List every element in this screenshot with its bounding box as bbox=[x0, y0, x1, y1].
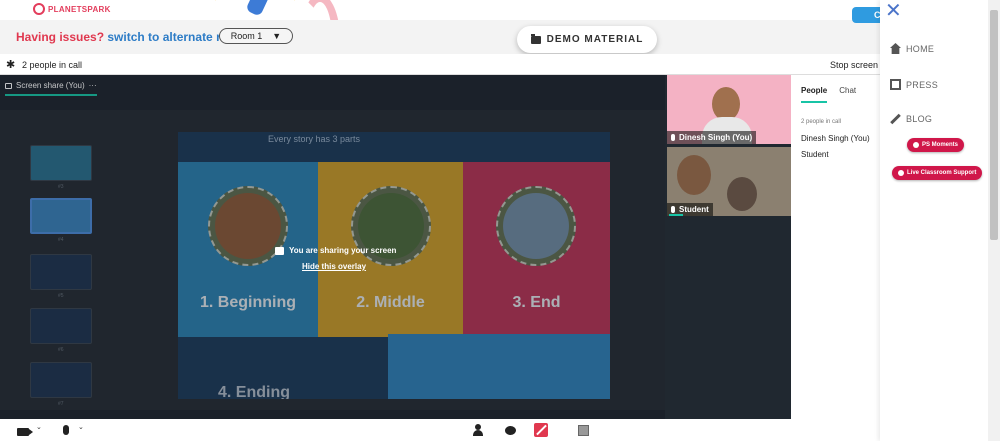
issue-bar: Having issues? switch to alternate room … bbox=[0, 20, 880, 54]
chat-widget-button[interactable]: C bbox=[852, 7, 882, 23]
live-support-label: Live Classroom Support bbox=[907, 170, 977, 176]
video-tile-teacher[interactable]: Dinesh Singh (You) bbox=[667, 75, 791, 144]
people-panel: People Chat 2 people in call Dinesh Sing… bbox=[791, 75, 880, 419]
scrollbar-thumb[interactable] bbox=[990, 10, 998, 240]
pencil-icon bbox=[890, 113, 901, 125]
top-banner: PLANETSPARK bbox=[0, 0, 880, 84]
participant-video bbox=[712, 87, 740, 121]
call-controls: ⌄ ⌄ bbox=[0, 419, 880, 441]
menu-item-label: PRESS bbox=[906, 79, 939, 90]
close-icon[interactable]: ✕ bbox=[885, 0, 902, 23]
people-count-label: 2 people in call bbox=[801, 119, 842, 125]
menu-item-press[interactable]: PRESS bbox=[890, 79, 938, 90]
ps-moments-button[interactable]: PS Moments bbox=[907, 138, 965, 152]
participant-name: Dinesh Singh (You) bbox=[679, 133, 753, 142]
tab-chat[interactable]: Chat bbox=[839, 86, 856, 103]
demo-material-button[interactable]: DEMO MATERIAL bbox=[517, 26, 657, 53]
ps-moments-label: PS Moments bbox=[922, 142, 959, 148]
room-label: Room 1 bbox=[230, 31, 263, 41]
circle-icon bbox=[898, 170, 904, 176]
sharing-overlay: You are sharing your screen Hide this ov… bbox=[0, 75, 665, 419]
video-tile-student[interactable]: Student bbox=[667, 147, 791, 216]
live-support-button[interactable]: Live Classroom Support bbox=[892, 166, 983, 180]
demo-material-label: DEMO MATERIAL bbox=[546, 34, 644, 45]
menu-item-blog[interactable]: BLOG bbox=[890, 113, 932, 125]
microphone-icon bbox=[671, 206, 675, 213]
people-count: 2 people in call bbox=[22, 60, 83, 70]
screen-share-icon bbox=[275, 246, 284, 255]
menu-item-label: BLOG bbox=[906, 114, 933, 124]
sharing-message: You are sharing your screen bbox=[275, 246, 396, 255]
menu-item-home[interactable]: HOME bbox=[890, 43, 934, 54]
chevron-down-icon[interactable]: ⌄ bbox=[78, 423, 84, 431]
microphone-icon[interactable] bbox=[63, 425, 69, 435]
panel-tabs: People Chat bbox=[801, 86, 856, 103]
stop-icon[interactable] bbox=[578, 425, 589, 436]
planetspark-logo[interactable]: PLANETSPARK bbox=[33, 3, 111, 15]
people-list-item: Student bbox=[801, 150, 829, 159]
menu-item-label: HOME bbox=[906, 43, 935, 54]
stop-screen-button[interactable]: Stop screen bbox=[830, 60, 878, 70]
logo-icon bbox=[33, 3, 45, 15]
participant-label: Dinesh Singh (You) bbox=[667, 131, 757, 144]
screen-share-stage: Screen share (You) ··· #3 #4 #5 #6 #7 Ev… bbox=[0, 75, 665, 419]
speaking-indicator bbox=[669, 214, 683, 216]
participant-video bbox=[677, 155, 711, 195]
stop-share-icon[interactable] bbox=[534, 423, 548, 437]
issue-message: Having issues? switch to alternate room bbox=[16, 30, 246, 44]
chevron-down-icon[interactable]: ⌄ bbox=[36, 423, 42, 431]
people-icon[interactable] bbox=[473, 424, 483, 436]
room-select[interactable]: Room 1 ▼ bbox=[219, 28, 293, 44]
hide-overlay-link[interactable]: Hide this overlay bbox=[302, 262, 366, 271]
issue-question: Having issues? bbox=[16, 30, 105, 44]
app-page: PLANETSPARK Having issues? switch to alt… bbox=[0, 0, 1000, 441]
sharing-text: You are sharing your screen bbox=[289, 246, 397, 255]
circle-icon bbox=[913, 142, 919, 148]
newspaper-icon bbox=[890, 79, 901, 90]
video-tiles: Dinesh Singh (You) Student bbox=[665, 75, 791, 419]
camera-icon[interactable] bbox=[17, 428, 33, 436]
call-info-bar: ✱ 2 people in call Stop screen bbox=[0, 54, 880, 75]
people-list-item: Dinesh Singh (You) bbox=[801, 134, 870, 143]
chat-icon[interactable] bbox=[505, 426, 516, 435]
home-icon bbox=[890, 43, 901, 54]
gear-icon[interactable]: ✱ bbox=[6, 58, 15, 71]
participant-background bbox=[727, 177, 757, 211]
side-menu: ✕ HOME PRESS BLOG PS Moments Live Classr… bbox=[880, 0, 988, 441]
chevron-down-icon: ▼ bbox=[272, 31, 282, 41]
tab-people[interactable]: People bbox=[801, 86, 828, 103]
folder-icon bbox=[530, 33, 541, 44]
microphone-icon bbox=[671, 134, 675, 141]
logo-text: PLANETSPARK bbox=[48, 4, 111, 14]
participant-name: Student bbox=[679, 205, 709, 214]
